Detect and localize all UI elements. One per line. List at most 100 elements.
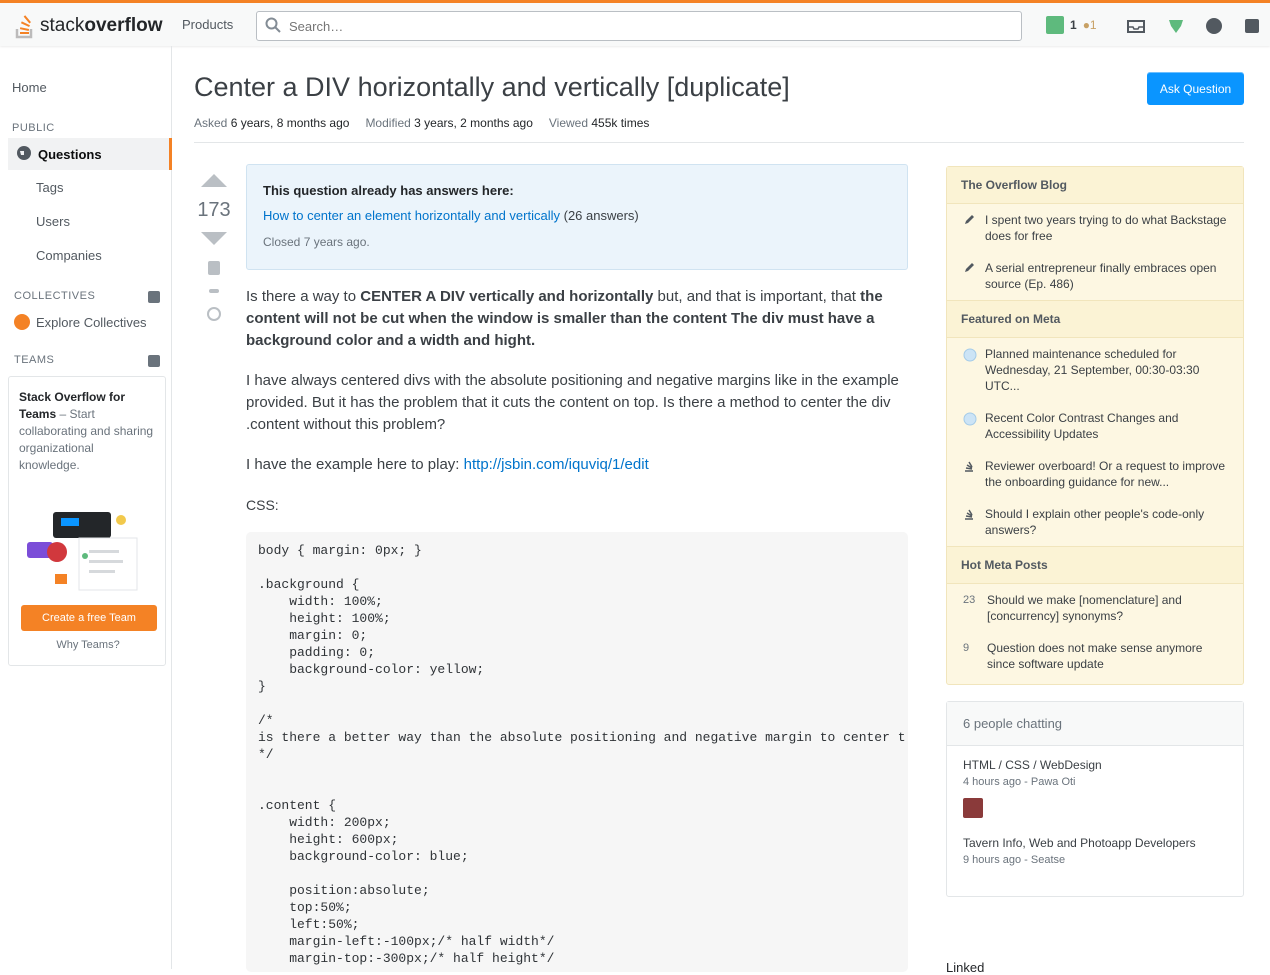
duplicate-link[interactable]: How to center an element horizontally an… [263,208,560,223]
chat-room[interactable]: HTML / CSS / WebDesign 4 hours ago - Paw… [947,746,1243,818]
follow-icon[interactable] [209,289,219,293]
nav-tags[interactable]: Tags [36,180,63,195]
chat-header[interactable]: 6 people chatting [947,702,1243,746]
featured-item-text: Planned maintenance scheduled for Wednes… [985,347,1200,393]
viewed-value: 455k times [591,116,650,130]
question-title[interactable]: Center a DIV horizontally and vertically… [194,72,790,103]
inbox-icon[interactable] [1126,16,1146,36]
chat-bubble-icon [963,412,977,426]
featured-item[interactable]: Recent Color Contrast Changes and Access… [947,402,1243,450]
body-paragraph-3: I have the example here to play: http://… [246,454,908,476]
chat-room[interactable]: Tavern Info, Web and Photoapp Developers… [947,818,1243,866]
featured-item-text: Should I explain other people's code-onl… [985,507,1205,537]
hot-meta-count: 9 [963,642,970,654]
nav-questions-label: Questions [38,146,102,162]
pencil-icon [963,214,975,226]
code-block[interactable]: body { margin: 0px; } .background { widt… [246,532,908,972]
chat-room-name[interactable]: Tavern Info, Web and Photoapp Developers [963,836,1227,850]
featured-item-text: Recent Color Contrast Changes and Access… [985,411,1179,441]
hot-meta-item[interactable]: 23 Should we make [nomenclature] and [co… [947,584,1243,632]
chat-room-activity: 4 hours ago - Pawa Oti [963,776,1076,788]
help-icon[interactable] [1204,16,1224,36]
ask-question-button[interactable]: Ask Question [1147,72,1244,105]
top-bar: stackoverflow Products 1 ●1 [0,0,1270,46]
teams-info-icon[interactable] [148,355,160,367]
pencil-icon [963,262,975,274]
right-sidebar: The Overflow Blog I spent two years tryi… [946,166,1244,897]
hot-meta-item[interactable]: 9 Question does not make sense anymore s… [947,632,1243,684]
viewed-label: Viewed [548,116,589,130]
featured-item[interactable]: Planned maintenance scheduled for Wednes… [947,338,1243,402]
user-reputation[interactable]: 1 ●1 [1046,16,1097,34]
blog-item[interactable]: I spent two years trying to do what Back… [947,204,1243,252]
nav-explore-collectives[interactable]: Explore Collectives [14,314,147,330]
nav-questions[interactable]: Questions [8,138,172,170]
blog-item-text: A serial entrepreneur finally embraces o… [985,261,1217,291]
featured-item[interactable]: Should I explain other people's code-onl… [947,498,1243,546]
header-divider [194,142,1244,143]
teams-illustration [19,502,149,597]
nav-home[interactable]: Home [12,80,47,95]
nav-companies[interactable]: Companies [36,248,102,263]
hot-meta-text: Should we make [nomenclature] and [concu… [987,593,1182,623]
vote-cell: 173 [196,166,232,321]
body-text: Is there a way to [246,288,361,305]
chat-room-name[interactable]: HTML / CSS / WebDesign [963,758,1227,772]
search-input[interactable] [289,18,989,34]
site-logo[interactable]: stackoverflow [14,11,162,41]
hot-meta-text: Question does not make sense anymore sin… [987,641,1203,671]
blog-item[interactable]: A serial entrepreneur finally embraces o… [947,252,1243,300]
left-sidebar: Home PUBLIC Questions Tags Users Compani… [0,46,172,969]
downvote-icon[interactable] [201,232,227,245]
search-icon [265,17,281,36]
nav-public-label: PUBLIC [12,122,55,134]
site-switcher-icon[interactable] [1242,16,1262,36]
search-bar[interactable] [256,11,1022,41]
blog-widget: The Overflow Blog I spent two years tryi… [946,166,1244,685]
nav-collectives-label: COLLECTIVES [14,290,96,302]
chat-bubble-icon [963,348,977,362]
vote-count: 173 [197,199,231,221]
hot-meta-header: Hot Meta Posts [947,546,1243,584]
avatar[interactable] [963,798,983,818]
nav-teams-label: TEAMS [14,354,55,366]
css-label: CSS: [246,497,279,513]
create-team-button[interactable]: Create a free Team [21,605,157,631]
blog-header: The Overflow Blog [947,167,1243,204]
duplicate-answers: (26 answers) [563,208,639,223]
chat-room-activity: 9 hours ago - Seatse [963,854,1066,866]
question-meta: Asked 6 years, 8 months ago Modified 3 y… [194,116,649,130]
closed-notice: Closed 7 years ago. [263,235,370,249]
avatar[interactable] [1046,16,1064,34]
duplicate-header: This question already has answers here: [263,183,514,198]
body-bold-text: CENTER A DIV vertically and horizontally [360,288,654,305]
globe-icon [16,145,32,164]
history-icon[interactable] [207,307,221,321]
nav-users[interactable]: Users [36,214,70,229]
reputation-count: 1 [1070,18,1077,32]
achievements-icon[interactable] [1166,16,1186,36]
stack-icon [963,508,975,520]
upvote-icon[interactable] [201,174,227,187]
blog-item-text: I spent two years trying to do what Back… [985,213,1227,243]
body-paragraph-1: Is there a way to CENTER A DIV verticall… [246,286,908,352]
collectives-info-icon[interactable] [148,291,160,303]
logo-text-plain: stack [40,15,85,36]
why-teams-link[interactable]: Why Teams? [9,639,167,651]
collectives-icon [14,314,30,330]
badge-count: ●1 [1082,18,1097,32]
teams-promo: Stack Overflow for Teams – Start collabo… [8,376,166,666]
example-link[interactable]: http://jsbin.com/iquviq/1/edit [464,456,649,473]
featured-meta-header: Featured on Meta [947,300,1243,338]
hot-meta-count: 23 [963,594,976,606]
body-text: but, and that is important, that [653,288,861,305]
stackoverflow-logo-icon [14,12,36,40]
logo-text-bold: overflow [84,15,163,36]
featured-item-text: Reviewer overboard! Or a request to impr… [985,459,1226,489]
asked-label: Asked [194,116,228,130]
duplicate-notice: This question already has answers here: … [246,164,908,270]
featured-item[interactable]: Reviewer overboard! Or a request to impr… [947,450,1243,498]
products-menu[interactable]: Products [182,17,233,32]
bookmark-icon[interactable] [208,261,220,275]
stack-icon [963,460,975,472]
